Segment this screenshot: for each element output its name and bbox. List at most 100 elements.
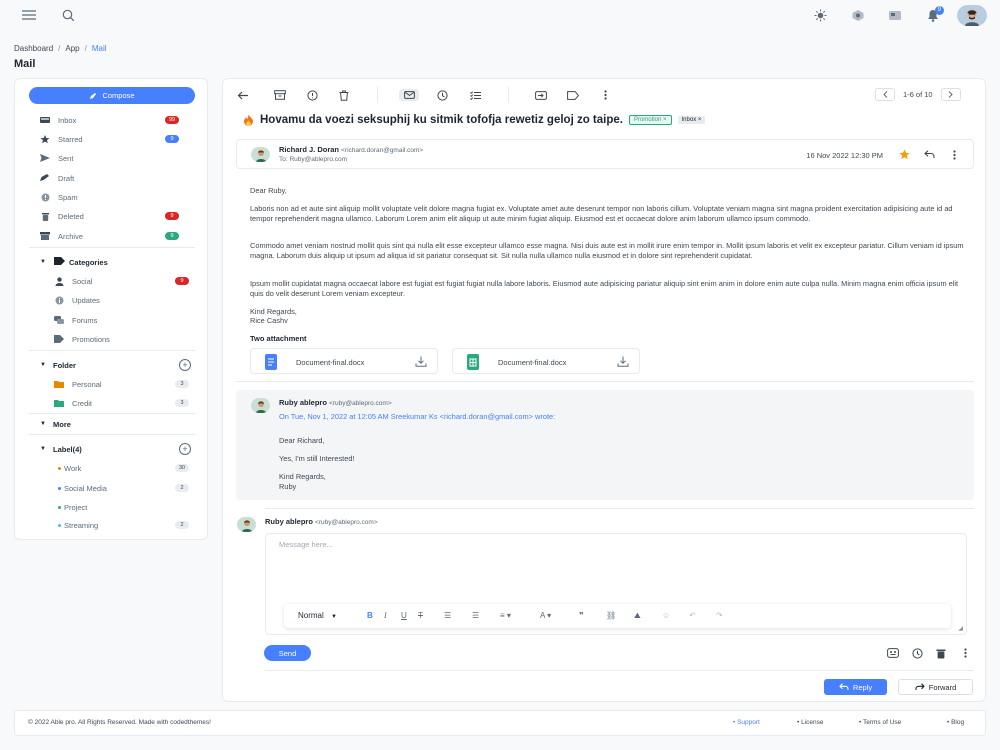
- label-icon[interactable]: [565, 89, 581, 101]
- caret-down-icon: ▼: [40, 446, 46, 452]
- redo-icon[interactable]: ↷: [716, 611, 723, 620]
- compose-button[interactable]: Compose: [29, 87, 195, 104]
- sidebar-item-personal[interactable]: Personal 3: [15, 375, 209, 393]
- sidebar-item-forums[interactable]: Forums: [15, 311, 209, 329]
- forward-button[interactable]: Forward: [898, 679, 973, 695]
- archive-icon[interactable]: [272, 89, 288, 101]
- inbox-icon: [40, 116, 50, 124]
- add-folder-icon[interactable]: +: [179, 359, 191, 371]
- attach-file-icon[interactable]: [887, 648, 899, 660]
- underline-icon[interactable]: U: [401, 611, 407, 620]
- undo-icon[interactable]: ↶: [689, 611, 696, 620]
- send-icon: [40, 154, 50, 162]
- image-icon[interactable]: ⛰: [634, 611, 641, 621]
- reply-icon[interactable]: [924, 150, 935, 161]
- italic-icon[interactable]: I: [384, 611, 387, 620]
- sender-name[interactable]: Richard J. Doran: [279, 145, 339, 154]
- add-label-icon[interactable]: +: [179, 443, 191, 455]
- divider: [265, 670, 974, 671]
- style-select[interactable]: Normal ▼: [298, 611, 337, 620]
- discard-icon[interactable]: [936, 648, 946, 661]
- footer-link-license[interactable]: • License: [797, 719, 824, 726]
- unordered-list-icon[interactable]: ☰: [472, 611, 479, 620]
- more-vertical-icon[interactable]: [964, 648, 967, 660]
- ordered-list-icon[interactable]: ☰: [444, 611, 451, 620]
- footer-link-terms[interactable]: • Terms of Use: [859, 719, 901, 726]
- sidebar-item-draft[interactable]: Draft: [15, 169, 209, 187]
- schedule-icon[interactable]: [912, 648, 923, 661]
- reply-editor[interactable]: Message here... Normal ▼ B I U T ☰ ☰ ≡ ▾…: [265, 533, 967, 635]
- sidebar-item-label: Personal: [72, 379, 102, 389]
- sidebar-item-starred[interactable]: Starred 9: [15, 130, 209, 148]
- thread-sender-name[interactable]: Ruby ablepro: [279, 398, 327, 407]
- folder-toggle[interactable]: ▼ Folder +: [15, 356, 209, 374]
- folder-icon: [54, 399, 64, 407]
- send-button[interactable]: Send: [264, 645, 311, 661]
- download-icon[interactable]: [415, 356, 427, 369]
- task-list-icon[interactable]: [467, 89, 483, 101]
- sidebar-item-sent[interactable]: Sent: [15, 149, 209, 167]
- sun-icon[interactable]: [814, 9, 827, 22]
- remove-tag-icon[interactable]: ×: [698, 117, 702, 123]
- mark-unread-icon[interactable]: [399, 89, 419, 101]
- count-badge: 30: [175, 464, 189, 472]
- sidebar-item-label: Credit: [72, 398, 93, 408]
- sidebar-item-promotions[interactable]: Promotions: [15, 330, 209, 348]
- sidebar-item-streaming[interactable]: Streaming 2: [15, 516, 209, 534]
- sidebar-item-project[interactable]: Project: [15, 498, 209, 516]
- divider: [29, 350, 195, 351]
- sidebar-item-deleted[interactable]: Deleted 9: [15, 207, 209, 225]
- star-icon[interactable]: [899, 149, 910, 162]
- attachment-card[interactable]: Document-final.docx: [250, 348, 438, 374]
- sidebar-item-work[interactable]: Work 30: [15, 459, 209, 477]
- menu-icon[interactable]: [22, 10, 36, 20]
- move-to-icon[interactable]: [533, 89, 549, 101]
- sidebar-item-spam[interactable]: Spam: [15, 188, 209, 206]
- emoji-icon[interactable]: ☺: [662, 611, 670, 620]
- reply-icon: [839, 683, 849, 690]
- strikethrough-icon[interactable]: T: [418, 611, 423, 620]
- sidebar-item-credit[interactable]: Credit 3: [15, 394, 209, 412]
- link-icon[interactable]: ⛓: [606, 611, 616, 620]
- sidebar-item-social[interactable]: Social 9: [15, 272, 209, 290]
- sidebar-item-updates[interactable]: Updates: [15, 291, 209, 309]
- bold-icon[interactable]: B: [367, 611, 373, 620]
- breadcrumb-app[interactable]: App: [65, 44, 79, 53]
- snooze-clock-icon[interactable]: [434, 89, 450, 101]
- more-toggle[interactable]: ▼ More: [15, 415, 209, 433]
- download-icon[interactable]: [617, 356, 629, 369]
- count-badge: 3: [175, 380, 189, 388]
- monitor-icon[interactable]: [888, 9, 902, 22]
- categories-toggle[interactable]: ▼ Categories: [15, 253, 209, 271]
- footer-link-blog[interactable]: • Blog: [947, 719, 964, 726]
- prev-page-button[interactable]: [875, 88, 895, 101]
- more-vertical-icon[interactable]: [597, 89, 613, 101]
- search-icon[interactable]: [62, 9, 75, 22]
- caret-down-icon: ▼: [40, 362, 46, 368]
- tag-icon: [54, 257, 65, 267]
- report-icon[interactable]: [304, 89, 320, 101]
- sidebar-item-inbox[interactable]: Inbox 99: [15, 111, 209, 129]
- promotion-icon: [54, 335, 64, 343]
- settings-icon[interactable]: [851, 9, 865, 22]
- resize-handle-icon[interactable]: ◢: [958, 625, 963, 632]
- reply-button[interactable]: Reply: [824, 679, 887, 695]
- trash-icon[interactable]: [336, 89, 352, 101]
- breadcrumb-dashboard[interactable]: Dashboard: [14, 44, 53, 53]
- bell-icon[interactable]: 9: [927, 6, 944, 22]
- labels-toggle[interactable]: ▼ Label(4) +: [15, 440, 209, 458]
- attachment-card[interactable]: Document-final.docx: [452, 348, 640, 374]
- quote-line: Ruby: [279, 482, 297, 491]
- remove-tag-icon[interactable]: ×: [663, 117, 667, 123]
- align-icon[interactable]: ≡ ▾: [500, 611, 511, 620]
- sidebar-item-social-media[interactable]: Social Media 2: [15, 479, 209, 497]
- next-page-button[interactable]: [940, 88, 961, 101]
- sidebar-item-label: Project: [64, 502, 88, 512]
- blockquote-icon[interactable]: ❞: [579, 611, 584, 620]
- text-color-icon[interactable]: A ▾: [540, 611, 551, 620]
- footer-link-support[interactable]: • Support: [733, 719, 760, 726]
- avatar[interactable]: [957, 5, 987, 26]
- back-arrow-icon[interactable]: [235, 89, 251, 101]
- sidebar-item-archive[interactable]: Archive 9: [15, 227, 209, 245]
- more-vertical-icon[interactable]: [953, 150, 956, 162]
